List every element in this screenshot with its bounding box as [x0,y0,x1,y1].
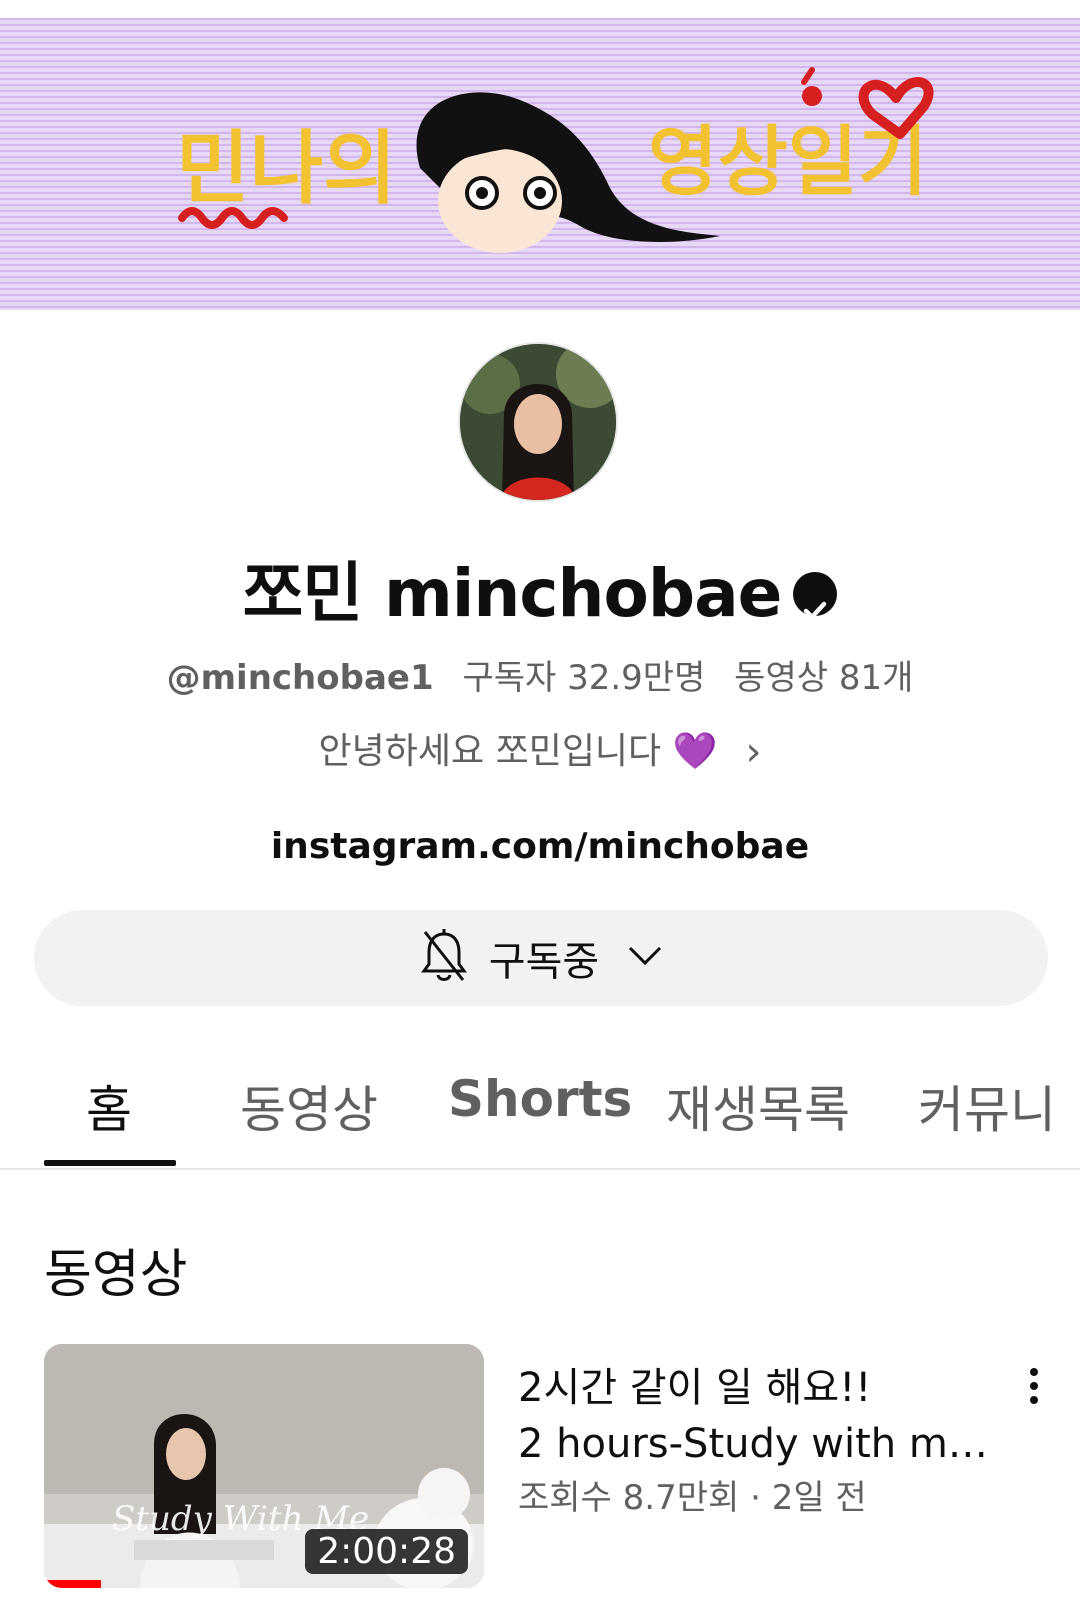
subscribed-button[interactable]: 구독중 [34,910,1048,1006]
tab-home[interactable]: 홈 [86,1070,132,1142]
tab-playlists[interactable]: 재생목록 [666,1070,850,1142]
video-title-line2: 2 hours-Study with me!… [518,1421,988,1467]
banner-artwork: 민나의 영상일기 [0,18,1080,310]
squiggle-decoration [178,207,288,229]
chevron-right-icon: › [745,729,762,775]
banner-left-text: 민나의 [176,122,397,215]
subscribed-label: 구독중 [488,939,600,985]
watch-progress-bar [44,1580,102,1588]
channel-description[interactable]: 안녕하세요 쪼민입니다 💜 › [0,722,1080,775]
section-title: 동영상 [44,1245,188,1305]
tab-videos[interactable]: 동영상 [240,1070,378,1142]
channel-link[interactable]: instagram.com/minchobae [0,826,1080,867]
channel-handle: @minchobae1 [166,658,434,698]
video-meta: 조회수 8.7만회 · 2일 전 [518,1478,867,1518]
channel-banner: 민나의 영상일기 [0,0,1080,310]
channel-name-text: 쪼민 minchobae [242,555,783,632]
more-options-icon[interactable] [1024,1364,1044,1414]
channel-name: 쪼민 minchobae [0,540,1080,636]
video-title[interactable]: 2시간 같이 일 해요!! 2 hours-Study with me!… [518,1360,988,1472]
subscriber-count: 구독자 32.9만명 [462,658,706,698]
active-tab-indicator [44,1160,176,1166]
tab-shorts[interactable]: Shorts [448,1070,632,1128]
description-text: 안녕하세요 쪼민입니다 💜 [318,731,718,772]
video-list-item[interactable]: Study With Me 2:00:28 2시간 같이 일 해요!! 2 ho… [44,1344,1054,1594]
bell-off-icon [419,928,469,988]
video-thumbnail[interactable]: Study With Me 2:00:28 [44,1344,484,1588]
video-duration: 2:00:28 [305,1529,468,1574]
chevron-down-icon [627,944,663,972]
banner-right-text: 영상일기 [648,117,928,206]
verified-badge-icon [793,571,838,620]
video-title-line1: 2시간 같이 일 해요!! [518,1365,872,1411]
channel-avatar[interactable] [460,344,616,500]
video-count: 동영상 81개 [734,658,914,698]
tab-community[interactable]: 커뮤니 [918,1070,1056,1142]
channel-tabs: 홈 동영상 Shorts 재생목록 커뮤니 [0,1060,1080,1170]
channel-meta: @minchobae1 구독자 32.9만명 동영상 81개 [0,650,1080,699]
